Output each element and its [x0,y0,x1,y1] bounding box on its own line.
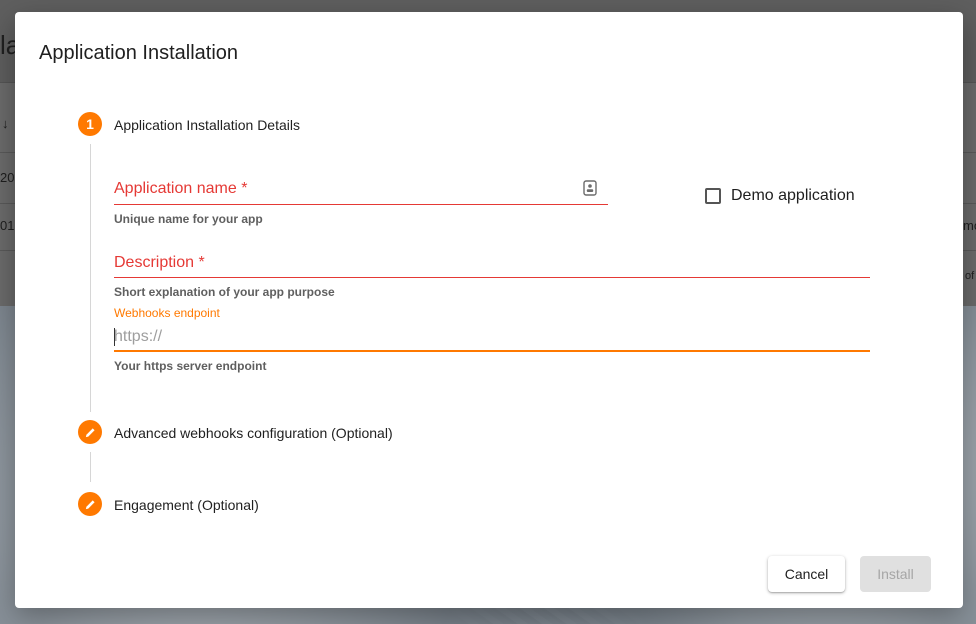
description-helper: Short explanation of your app purpose [114,285,335,299]
webhooks-endpoint-input[interactable] [114,326,864,348]
step-number: 1 [86,116,94,132]
step-1-badge[interactable]: 1 [78,112,102,136]
cancel-button[interactable]: Cancel [768,556,845,592]
step-connector [90,144,91,412]
description-input[interactable] [114,254,864,276]
webhooks-endpoint-label: Webhooks endpoint [114,306,220,320]
description-underline [114,277,870,278]
step-1-label[interactable]: Application Installation Details [114,117,300,133]
pencil-icon [85,427,95,437]
step-2-label[interactable]: Advanced webhooks configuration (Optiona… [114,425,393,441]
step-connector [90,452,91,482]
background-cell: mo [963,218,976,233]
install-button[interactable]: Install [860,556,931,592]
demo-application-checkbox[interactable]: Demo application [705,187,855,205]
webhooks-endpoint-helper: Your https server endpoint [114,359,267,373]
background-pagination: of [965,270,975,282]
step-3-badge[interactable] [78,492,102,516]
demo-application-label: Demo application [731,187,855,204]
step-3-label[interactable]: Engagement (Optional) [114,497,259,513]
background-cell: 20 [0,170,15,185]
webhooks-endpoint-underline [114,350,870,352]
app-name-underline [114,204,608,205]
pencil-icon [85,499,95,509]
installation-dialog: Application Installation 1 Application I… [15,12,963,608]
app-name-input[interactable] [114,180,574,202]
step-2-badge[interactable] [78,420,102,444]
sort-arrow-icon: ↓ [2,116,9,131]
dialog-title: Application Installation [39,42,239,64]
contact-card-icon[interactable] [583,180,597,201]
app-name-helper: Unique name for your app [114,212,263,226]
checkbox-box[interactable] [705,188,721,204]
